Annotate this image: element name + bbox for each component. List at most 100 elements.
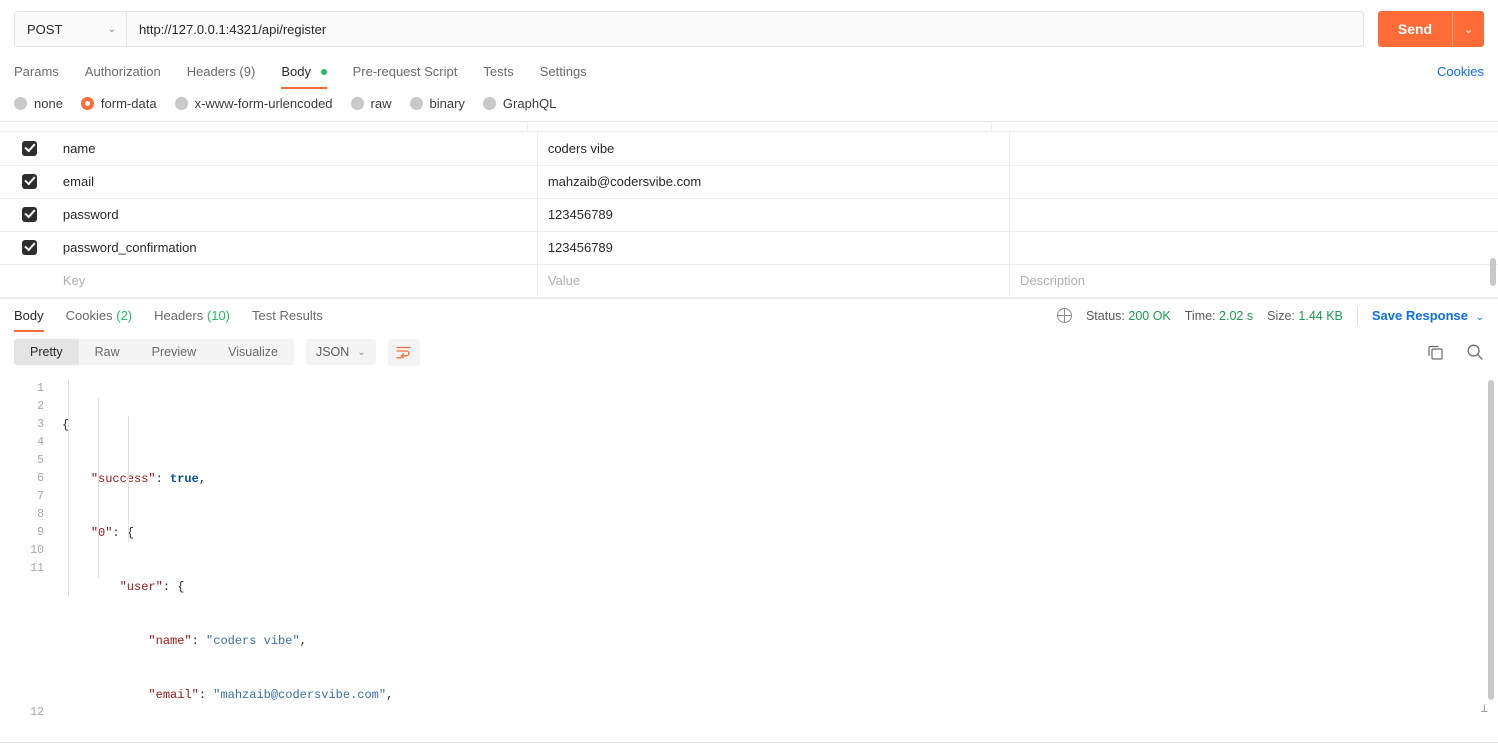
- row-checkbox-cell: [0, 165, 53, 199]
- tab-tests-label: Tests: [483, 63, 514, 79]
- tab-authorization[interactable]: Authorization: [85, 58, 161, 89]
- line-number: 4: [37, 435, 44, 449]
- row-value-cell[interactable]: 123456789: [537, 231, 1011, 265]
- body-type-binary-label: binary: [429, 96, 465, 111]
- json-key-user: "user": [119, 579, 163, 594]
- request-pane-scrollbar[interactable]: [1490, 258, 1496, 286]
- checkbox-checked-icon[interactable]: [22, 206, 37, 222]
- body-type-form-data[interactable]: form-data: [80, 96, 157, 111]
- copy-icon: [1428, 345, 1443, 360]
- response-tab-headers[interactable]: Headers (10): [154, 300, 230, 332]
- response-format-label: JSON: [315, 345, 350, 359]
- copy-button[interactable]: [1427, 344, 1444, 361]
- response-tab-cookies[interactable]: Cookies (2): [66, 300, 132, 332]
- response-pane-scrollbar[interactable]: [1488, 379, 1494, 700]
- json-key-name: "name": [148, 633, 192, 648]
- tab-params-label: Params: [14, 63, 59, 79]
- row-description-cell[interactable]: [1009, 132, 1498, 166]
- json-content: { "success": true, "0": { "user": { "nam…: [62, 376, 1498, 724]
- url-bar: POST ⌄ Send ⌄: [0, 0, 1498, 56]
- send-button[interactable]: Send: [1378, 11, 1452, 47]
- body-type-none-label: none: [34, 96, 63, 111]
- new-key-input[interactable]: Key: [52, 264, 538, 298]
- checkbox-checked-icon[interactable]: [22, 239, 37, 255]
- resize-handle-icon[interactable]: ⟂: [1481, 700, 1488, 718]
- row-checkbox-cell: [0, 198, 53, 232]
- view-mode-pretty[interactable]: Pretty: [14, 339, 79, 365]
- code-line-6: "email": "mahzaib@codersvibe.com",: [148, 687, 394, 702]
- status-label: Status:: [1085, 308, 1125, 323]
- row-key-cell[interactable]: email: [52, 165, 538, 199]
- status-value: 200 OK: [1128, 308, 1171, 323]
- checkbox-checked-icon[interactable]: [22, 173, 37, 189]
- row-value-cell[interactable]: 123456789: [537, 198, 1011, 232]
- tab-pre-request-script[interactable]: Pre-request Script: [353, 58, 458, 89]
- word-wrap-button[interactable]: [387, 338, 420, 366]
- line-number-spacer: [0, 578, 56, 704]
- tab-headers-label: Headers (9): [186, 63, 256, 79]
- time-block: Time: 2.02 s: [1185, 309, 1253, 323]
- tab-settings[interactable]: Settings: [540, 58, 587, 89]
- checkbox-checked-icon[interactable]: [22, 140, 37, 156]
- response-format-selector[interactable]: JSON ⌄: [305, 339, 376, 365]
- http-method-selector[interactable]: POST ⌄: [14, 11, 126, 47]
- row-description-cell[interactable]: [1009, 165, 1498, 199]
- tab-tests[interactable]: Tests: [483, 58, 513, 89]
- table-row[interactable]: password 123456789: [0, 198, 1498, 232]
- view-mode-raw[interactable]: Raw: [79, 339, 136, 365]
- row-key-cell[interactable]: password_confirmation: [52, 231, 538, 265]
- save-response-label: Save Response: [1371, 308, 1468, 323]
- body-type-raw-label: raw: [370, 96, 392, 111]
- tab-body-label: Body: [281, 63, 311, 79]
- body-type-urlencoded[interactable]: x-www-form-urlencoded: [174, 96, 333, 111]
- view-mode-visualize[interactable]: Visualize: [212, 339, 294, 365]
- row-key-cell[interactable]: name: [52, 132, 538, 166]
- row-checkbox-cell: [0, 231, 53, 265]
- response-tab-body-label: Body: [14, 307, 44, 323]
- send-options-chevron-icon[interactable]: ⌄: [1452, 11, 1484, 47]
- body-type-binary[interactable]: binary: [409, 96, 465, 111]
- row-key-cell[interactable]: password: [52, 198, 538, 232]
- row-checkbox-cell-empty: [0, 264, 53, 298]
- radio-selected-icon: [80, 97, 94, 110]
- body-type-graphql[interactable]: GraphQL: [482, 96, 557, 111]
- response-tab-body[interactable]: Body: [14, 300, 44, 332]
- body-type-form-data-label: form-data: [100, 96, 157, 111]
- request-url-input[interactable]: [126, 11, 1364, 47]
- view-mode-preview[interactable]: Preview: [136, 339, 212, 365]
- json-value-name: "coders vibe": [206, 633, 300, 648]
- line-number: 12: [30, 705, 44, 719]
- row-value-cell[interactable]: coders vibe: [537, 132, 1011, 166]
- line-number: 13: [0, 722, 56, 724]
- new-description-input[interactable]: Description: [1009, 264, 1498, 298]
- new-value-input[interactable]: Value: [537, 264, 1011, 298]
- status-block: Status: 200 OK: [1086, 309, 1171, 323]
- tab-params[interactable]: Params: [14, 58, 59, 89]
- table-row[interactable]: password_confirmation 123456789: [0, 231, 1498, 265]
- tab-body[interactable]: Body: [281, 58, 327, 89]
- radio-icon: [409, 97, 423, 110]
- line-number: 8: [37, 507, 44, 521]
- row-description-cell[interactable]: [1009, 198, 1498, 232]
- response-meta: Status: 200 OK Time: 2.02 s Size: 1.44 K…: [1056, 306, 1484, 325]
- body-type-graphql-label: GraphQL: [502, 96, 557, 111]
- line-number: 9: [37, 525, 44, 539]
- response-tabs: Body Cookies (2) Headers (10) Test Resul…: [0, 299, 1498, 333]
- search-button[interactable]: [1466, 343, 1484, 361]
- cookies-link[interactable]: Cookies: [1437, 64, 1484, 83]
- save-response-button[interactable]: Save Response ⌄: [1372, 308, 1484, 323]
- table-row[interactable]: email mahzaib@codersvibe.com: [0, 165, 1498, 199]
- row-value-cell[interactable]: mahzaib@codersvibe.com: [537, 165, 1011, 199]
- row-description-cell[interactable]: [1009, 231, 1498, 265]
- search-icon: [1467, 344, 1483, 360]
- json-value-success: true: [170, 471, 199, 486]
- tab-headers[interactable]: Headers (9): [187, 58, 256, 89]
- response-tab-headers-label: Headers: [154, 307, 204, 323]
- time-value: 2.02 s: [1219, 308, 1254, 323]
- response-tab-test-results[interactable]: Test Results: [252, 300, 323, 332]
- body-type-none[interactable]: none: [14, 96, 63, 111]
- table-row-empty[interactable]: Key Value Description: [0, 264, 1498, 298]
- table-row[interactable]: name coders vibe: [0, 132, 1498, 166]
- body-type-raw[interactable]: raw: [350, 96, 392, 111]
- response-body-code-view[interactable]: 1 2 3 4 5 6 7 8 9 10 11 12 13 { "success…: [0, 376, 1498, 724]
